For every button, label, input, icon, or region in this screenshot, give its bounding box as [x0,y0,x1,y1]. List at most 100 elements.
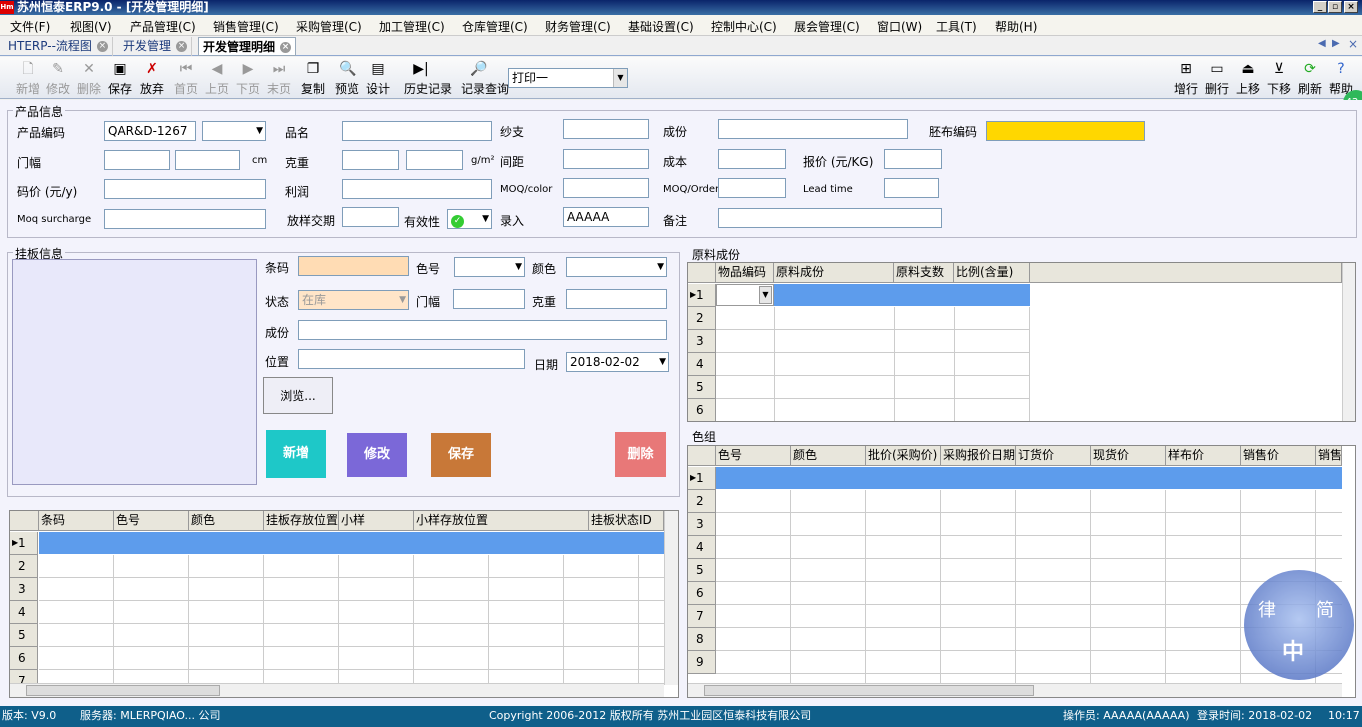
composition-input[interactable] [718,119,908,139]
delete-button[interactable]: ✕ 删除 [72,61,106,97]
menu-control-center[interactable]: 控制中心(C) [711,18,777,35]
menu-window[interactable]: 窗口(W) [877,18,922,35]
row-header[interactable]: 7 [688,605,716,628]
column-header[interactable]: 原料成份 [774,263,894,283]
row-header[interactable]: ▶ 1 [10,532,38,555]
sample-date-input[interactable] [342,207,399,227]
column-header[interactable]: 小样存放位置 [414,511,589,531]
lead-time-input[interactable] [884,178,939,198]
row-header[interactable]: 4 [688,353,716,376]
row-header[interactable]: 5 [688,559,716,582]
hang-image-box[interactable] [12,259,257,485]
column-header[interactable]: 订货价 [1016,446,1091,466]
menu-sales[interactable]: 销售管理(C) [213,18,279,35]
move-down-button[interactable]: ⊻ 下移 [1262,61,1296,97]
design-button[interactable]: ▤ 设计 [361,61,395,97]
tab-flowchart[interactable]: HTERP--流程图 × [4,37,113,56]
column-header[interactable]: 物品编码 [716,263,774,283]
close-button[interactable]: × [1344,1,1358,13]
first-page-button[interactable]: ⏮ 首页 [169,61,203,97]
next-page-button[interactable]: ▶ 下页 [231,61,265,97]
menu-finance[interactable]: 财务管理(C) [545,18,611,35]
row-header[interactable]: 5 [688,376,716,399]
menu-purchase[interactable]: 采购管理(C) [296,18,362,35]
weight-input-2[interactable] [406,150,463,170]
quote-input[interactable] [884,149,942,169]
product-code-select[interactable]: ▼ [202,121,266,141]
moq-order-input[interactable] [718,178,786,198]
discard-button[interactable]: ✗ 放弃 [135,61,169,97]
hang-comp-input[interactable] [298,320,667,340]
column-header[interactable]: 色号 [114,511,189,531]
column-header[interactable]: 比例(含量) [954,263,1030,283]
column-header[interactable]: 采购报价日期 [941,446,1016,466]
record-query-button[interactable]: 🔎 记录查询 [461,61,509,97]
menu-tools[interactable]: 工具(T) [936,18,977,35]
barcode-input[interactable] [298,256,409,276]
entry-input[interactable]: AAAAA [563,207,649,227]
row-header[interactable]: 9 [688,651,716,674]
grey-code-input[interactable] [986,121,1145,141]
yard-price-input[interactable] [104,179,266,199]
new-button[interactable]: 🗋 新增 [11,61,45,97]
column-header[interactable]: 颜色 [791,446,866,466]
row-header[interactable]: 2 [10,555,38,578]
column-header[interactable]: 挂板存放位置 [264,511,339,531]
row-header[interactable]: 6 [10,647,38,670]
row-header[interactable]: ▶ 1 [688,467,716,490]
raw-grid-vscroll[interactable] [1342,263,1355,421]
row-header[interactable]: 3 [10,578,38,601]
color-no-select[interactable]: ▼ [454,257,525,277]
column-header[interactable]: 销售 [1316,446,1342,466]
scroll-thumb[interactable] [704,685,1034,696]
row-header[interactable]: ▶ 1 [688,284,716,307]
row-header[interactable]: 3 [688,513,716,536]
hang-grid-hscroll[interactable] [10,683,664,697]
hang-grid-vscroll[interactable] [664,511,678,685]
column-header[interactable]: 小样 [339,511,414,531]
column-header[interactable]: 现货价 [1091,446,1166,466]
restore-button[interactable]: ▫ [1328,1,1342,13]
column-header[interactable]: 批价(采购价) [866,446,941,466]
hang-weight-input[interactable] [566,289,667,309]
menu-exhibition[interactable]: 展会管理(C) [794,18,860,35]
row-header[interactable]: 6 [688,582,716,605]
yarn-count-input[interactable] [563,119,649,139]
tab-dev-management[interactable]: 开发管理 × [119,37,193,56]
validity-select[interactable]: ✓ ▼ [447,209,492,229]
hang-edit-button[interactable]: 修改 [347,433,407,477]
hang-save-button[interactable]: 保存 [431,433,491,477]
position-input[interactable] [298,349,525,369]
move-up-button[interactable]: ⏏ 上移 [1231,61,1265,97]
profit-input[interactable] [342,179,492,199]
item-code-cell-select[interactable]: ▼ [716,284,774,306]
row-header[interactable]: 5 [10,624,38,647]
menu-processing[interactable]: 加工管理(C) [379,18,445,35]
tab-close-all-icon[interactable]: × [1348,37,1358,51]
column-header[interactable]: 挂板状态ID [589,511,664,531]
prev-page-button[interactable]: ◀ 上页 [200,61,234,97]
cost-input[interactable] [718,149,786,169]
add-row-button[interactable]: ⊞ 增行 [1169,61,1203,97]
row-header[interactable]: 2 [688,490,716,513]
moq-color-input[interactable] [563,178,649,198]
menu-base-settings[interactable]: 基础设置(C) [628,18,694,35]
row-header[interactable]: 2 [688,307,716,330]
color-grid-hscroll[interactable] [688,683,1342,697]
tab-close-icon[interactable]: × [96,41,108,52]
menu-warehouse[interactable]: 仓库管理(C) [462,18,528,35]
print-template-select[interactable]: 打印一 ▼ [508,68,628,88]
weight-input-1[interactable] [342,150,399,170]
menu-product[interactable]: 产品管理(C) [130,18,196,35]
column-header[interactable]: 原料支数 [894,263,954,283]
column-header[interactable]: 色号 [716,446,791,466]
browse-button[interactable]: 浏览... [263,377,333,414]
last-page-button[interactable]: ⏭ 末页 [262,61,296,97]
hang-width-input[interactable] [453,289,525,309]
tab-dev-detail[interactable]: 开发管理明细 × [198,37,297,56]
color-select[interactable]: ▼ [566,257,667,277]
hang-add-button[interactable]: 新增 [266,430,326,478]
status-select[interactable]: 在库 ▼ [298,290,409,310]
minimize-button[interactable]: _ [1313,1,1327,13]
save-button[interactable]: ▣ 保存 [103,61,137,97]
